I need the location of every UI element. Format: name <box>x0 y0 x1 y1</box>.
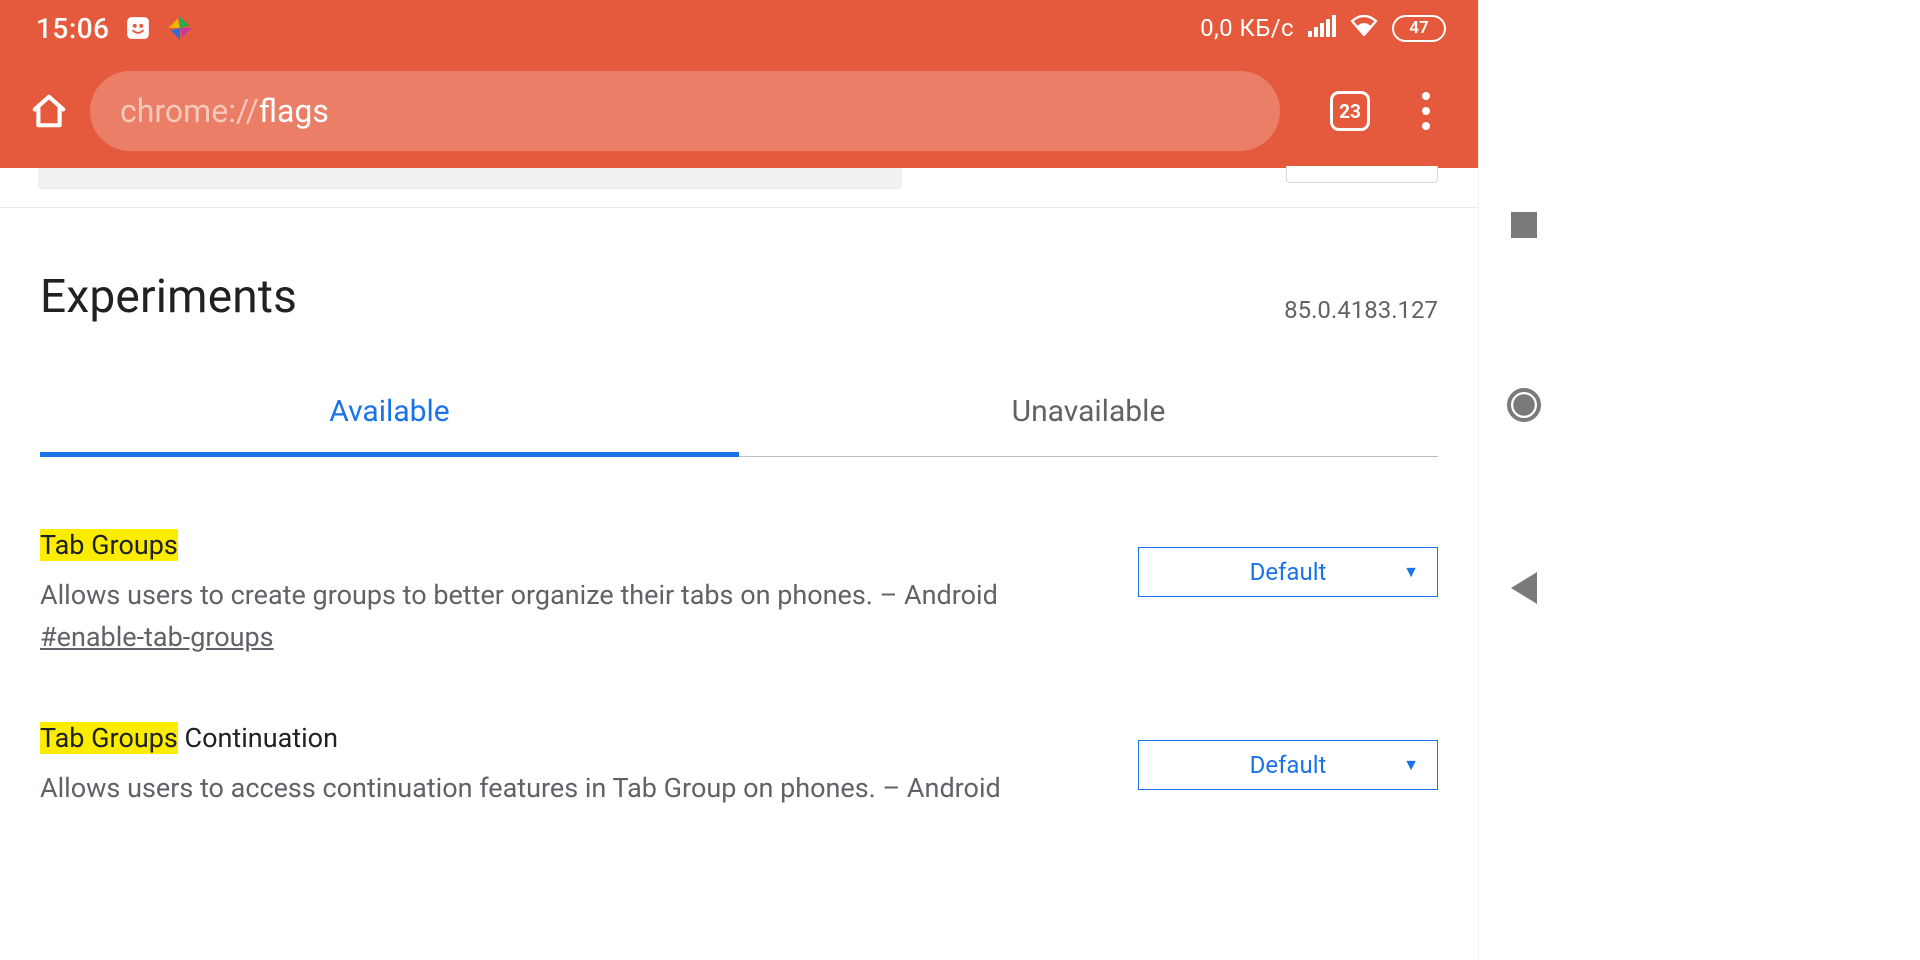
tab-available[interactable]: Available <box>40 394 739 457</box>
flag-row: Tab Groups Continuation Allows users to … <box>40 722 1438 810</box>
select-value: Default <box>1250 558 1327 586</box>
tab-unavailable[interactable]: Unavailable <box>739 394 1438 457</box>
flag-state-select[interactable]: Default ▼ <box>1138 740 1438 790</box>
chevron-down-icon: ▼ <box>1403 755 1419 775</box>
flag-description: Allows users to access continuation feat… <box>40 768 1078 810</box>
flag-description: Allows users to create groups to better … <box>40 575 1078 659</box>
signal-icon <box>1308 15 1336 41</box>
flag-anchor[interactable]: #enable-tab-groups <box>40 621 274 653</box>
url-path: flags <box>259 92 329 130</box>
chevron-down-icon: ▼ <box>1403 562 1419 582</box>
wifi-icon <box>1350 15 1378 41</box>
url-protocol: chrome:// <box>120 92 259 130</box>
network-speed: 0,0 КБ/с <box>1200 14 1294 42</box>
square-icon[interactable] <box>1511 212 1537 238</box>
search-strip <box>0 168 1478 208</box>
status-bar: 15:06 0,0 КБ/с 47 <box>0 0 1478 56</box>
flag-state-select[interactable]: Default ▼ <box>1138 547 1438 597</box>
tabs: Available Unavailable <box>40 394 1438 457</box>
flag-title: Tab Groups Continuation <box>40 722 1078 756</box>
circle-icon[interactable] <box>1507 388 1541 422</box>
tab-label: Available <box>329 394 449 429</box>
chrome-version: 85.0.4183.127 <box>1284 296 1438 324</box>
tab-switcher-button[interactable]: 23 <box>1330 91 1370 131</box>
smiley-icon <box>124 14 152 42</box>
address-bar[interactable]: chrome://flags <box>90 71 1280 151</box>
home-button[interactable] <box>26 88 72 134</box>
flag-title: Tab Groups <box>40 529 1078 563</box>
status-time: 15:06 <box>36 12 110 45</box>
system-nav-rail <box>1478 0 1568 960</box>
back-triangle-icon[interactable] <box>1511 572 1537 604</box>
kebab-menu-icon[interactable] <box>1406 91 1446 131</box>
tab-label: Unavailable <box>1012 394 1166 429</box>
page-title: Experiments <box>40 270 297 324</box>
select-value: Default <box>1250 751 1327 779</box>
browser-toolbar: chrome://flags 23 <box>0 56 1478 168</box>
battery-level: 47 <box>1392 15 1446 42</box>
pinwheel-icon <box>166 14 194 42</box>
flag-row: Tab Groups Allows users to create groups… <box>40 529 1438 658</box>
